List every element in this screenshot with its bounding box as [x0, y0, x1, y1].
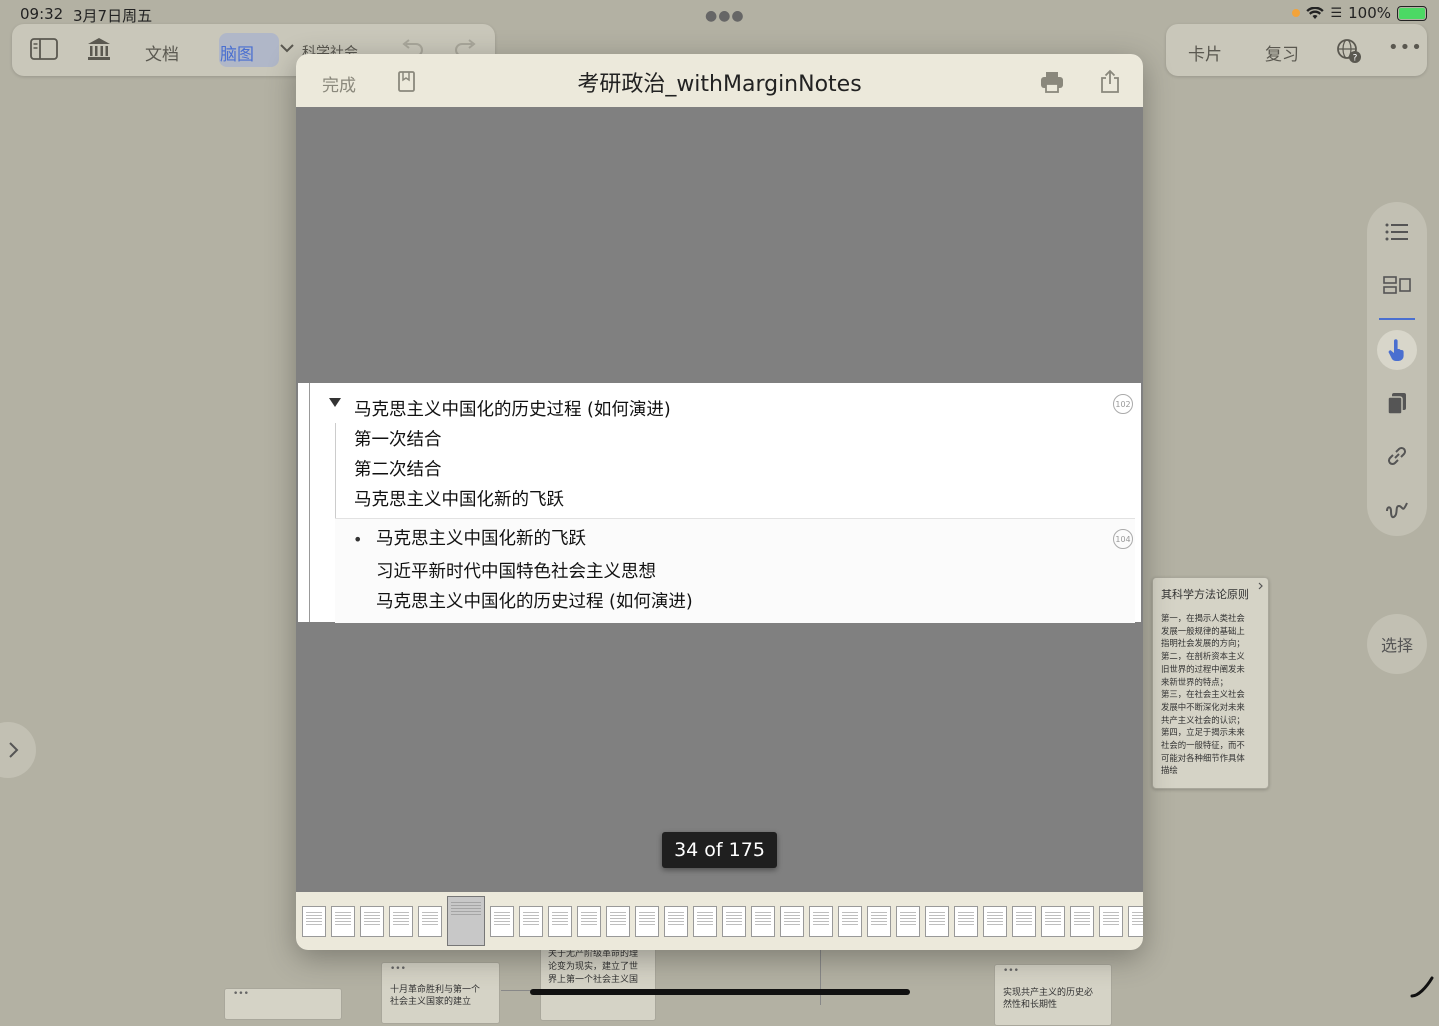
page-thumbnail[interactable] [1070, 906, 1094, 937]
copy-icon[interactable] [1386, 392, 1408, 416]
more-menu-icon[interactable]: ••• [1388, 37, 1423, 58]
outline-subheading: 马克思主义中国化新的飞跃 [376, 529, 586, 549]
page-thumbnail[interactable] [983, 906, 1007, 937]
mindmap-card[interactable]: ••• 十月革命胜利与第一个 社会主义国家的建立 [381, 962, 500, 1024]
page-thumbnail[interactable] [751, 906, 775, 937]
outline-item: 马克思主义中国化新的飞跃 [354, 490, 564, 510]
print-preview-modal: 完成 考研政治_withMarginNotes 马克思主义中国化的历史过程 (如… [296, 54, 1143, 950]
page-thumbnail[interactable] [490, 906, 514, 937]
outline-subitem: 马克思主义中国化的历史过程 (如何演进) [376, 592, 693, 612]
active-divider [1379, 318, 1415, 320]
status-indicators: ☰ 100% [1292, 4, 1427, 22]
layout-icon[interactable] [1383, 276, 1411, 294]
page-thumbnail[interactable] [925, 906, 949, 937]
thumbnail-selected[interactable] [447, 896, 485, 946]
page-thumbnail[interactable] [954, 906, 978, 937]
outline-item: 第一次结合 [354, 430, 442, 450]
page-thumbnail[interactable] [302, 906, 326, 937]
page-thumbnail[interactable] [722, 906, 746, 937]
card-text-line: 社会主义国家的建立 [390, 997, 472, 1007]
card-menu-icon[interactable]: ••• [233, 989, 249, 999]
note-card-title: 其科学方法论原则 [1161, 588, 1249, 601]
pencil-hover-icon [1410, 976, 1434, 998]
list-status-icon: ☰ [1330, 5, 1343, 21]
page-thumbnail[interactable] [693, 906, 717, 937]
pointer-tool-button[interactable] [1377, 330, 1417, 370]
outline-list-icon[interactable] [1385, 222, 1409, 242]
battery-icon [1397, 5, 1427, 21]
outline-guide-line [309, 383, 310, 622]
page-indicator: 34 of 175 [662, 832, 777, 868]
home-indicator[interactable] [530, 989, 910, 995]
library-icon[interactable] [86, 36, 112, 62]
select-button[interactable]: 选择 [1367, 614, 1427, 674]
docs-tab[interactable]: 文档 [145, 40, 179, 65]
page-thumbnail[interactable] [780, 906, 804, 937]
svg-text:?: ? [1353, 54, 1358, 64]
chevron-down-icon[interactable] [280, 43, 294, 53]
review-tab[interactable]: 复习 [1265, 40, 1299, 65]
modal-header: 完成 考研政治_withMarginNotes [296, 54, 1143, 107]
disclosure-triangle-icon[interactable] [329, 398, 341, 407]
note-card-body: 第一，在揭示人类社会 发展一般规律的基础上 指明社会发展的方向； 第二，在剖析资… [1161, 613, 1245, 776]
tool-side-panel [1367, 202, 1427, 536]
page-thumbnail[interactable] [389, 906, 413, 937]
multitasking-dots[interactable]: ●●● [705, 8, 745, 24]
card-menu-icon[interactable]: ••• [1003, 966, 1019, 976]
status-time: 09:32 [20, 5, 64, 23]
page-thumbnail[interactable] [664, 906, 688, 937]
mic-indicator-icon [1292, 9, 1301, 17]
page-thumbnail[interactable] [1041, 906, 1065, 937]
mindmap-card[interactable]: ••• [224, 988, 342, 1020]
page-thumbnail[interactable] [1012, 906, 1036, 937]
hand-pointer-icon [1388, 339, 1404, 361]
page-thumbnail[interactable] [809, 906, 833, 937]
print-icon[interactable] [1040, 71, 1064, 93]
bullet-icon: • [353, 530, 363, 549]
link-icon[interactable] [1384, 443, 1410, 469]
preview-page: 马克思主义中国化的历史过程 (如何演进) 102 第一次结合 第二次结合 马克思… [298, 383, 1141, 623]
sidebar-toggle-icon[interactable] [30, 38, 58, 60]
mindmap-card[interactable]: ••• 实现共产主义的历史必 然性和长期性 [994, 964, 1112, 1026]
page-thumbnail[interactable] [548, 906, 572, 937]
page-thumbnail[interactable] [1128, 906, 1143, 937]
share-icon[interactable] [1100, 69, 1120, 93]
page-thumbnail[interactable] [635, 906, 659, 937]
status-date: 3月7日周五 [73, 7, 153, 25]
page-badge: 102 [1113, 394, 1133, 414]
page-thumbnail[interactable] [606, 906, 630, 937]
chevron-right-icon[interactable] [1258, 582, 1264, 590]
page-thumbnail[interactable] [519, 906, 543, 937]
page-badge: 104 [1113, 529, 1133, 549]
page-thumbnail[interactable] [1099, 906, 1123, 937]
mindmap-tab-label: 脑图 [220, 45, 254, 65]
outline-subitem: 习近平新时代中国特色社会主义思想 [376, 562, 656, 582]
page-thumbnail[interactable] [577, 906, 601, 937]
page-thumbnail[interactable] [838, 906, 862, 937]
page-thumbnail[interactable] [331, 906, 355, 937]
card-menu-icon[interactable]: ••• [390, 964, 406, 974]
battery-percent: 100% [1348, 4, 1391, 22]
mindmap-card[interactable]: 关于无产阶级革命的理 论变为现实，建立了世 界上第一个社会主义国 [540, 940, 656, 1021]
card-text-line: 界上第一个社会主义国 [548, 975, 639, 985]
card-text-line: 然性和长期性 [1003, 1000, 1058, 1010]
connector-line [820, 950, 821, 1005]
chevron-right-icon [9, 742, 19, 758]
outline-item: 第二次结合 [354, 460, 442, 480]
wifi-icon [1306, 6, 1325, 19]
page-thumbnail[interactable] [418, 906, 442, 937]
page-thumbnail[interactable] [896, 906, 920, 937]
cards-tab[interactable]: 卡片 [1188, 40, 1222, 65]
web-search-icon[interactable]: ? [1336, 38, 1362, 64]
squiggle-draw-icon[interactable] [1384, 495, 1410, 521]
outline-heading: 马克思主义中国化的历史过程 (如何演进) [354, 400, 671, 420]
thumbnail-strip[interactable] [296, 892, 1143, 950]
mindmap-note-card[interactable]: 其科学方法论原则 第一，在揭示人类社会 发展一般规律的基础上 指明社会发展的方向… [1152, 577, 1269, 789]
card-text-line: 论变为现实，建立了世 [548, 962, 639, 972]
document-title: 考研政治_withMarginNotes [577, 72, 862, 97]
page-thumbnail[interactable] [360, 906, 384, 937]
right-toolbar: 卡片 复习 ? ••• [1166, 24, 1427, 76]
page-thumbnail[interactable] [867, 906, 891, 937]
expand-panel-button[interactable] [0, 722, 36, 778]
